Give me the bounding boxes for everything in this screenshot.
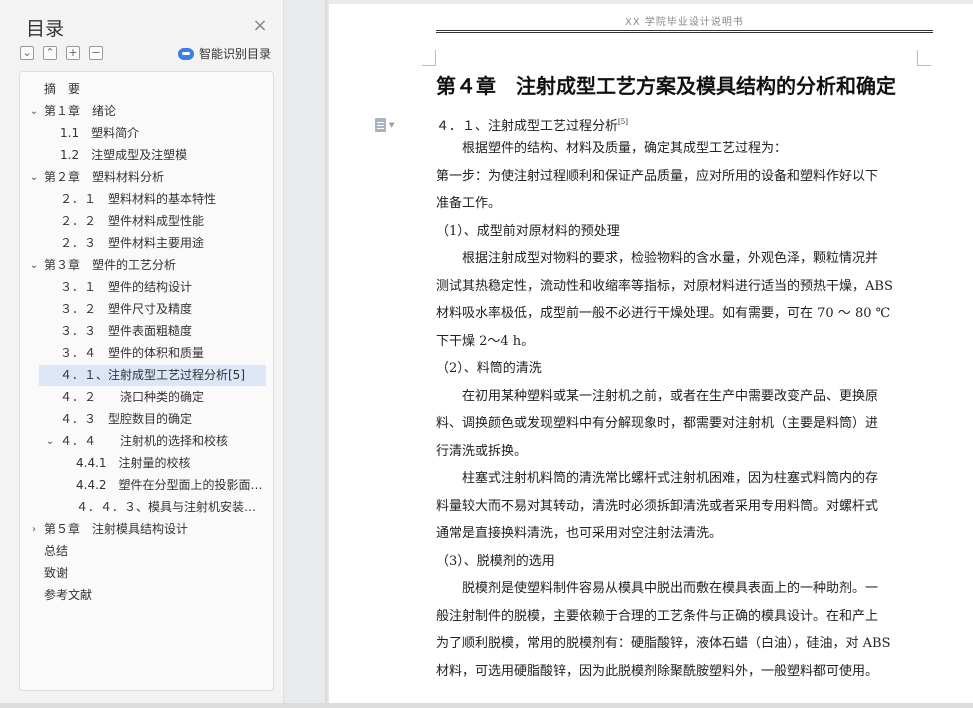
toc-item[interactable]: 总结 bbox=[44, 541, 268, 562]
toc-item[interactable]: 第２章 塑料材料分析 bbox=[44, 167, 268, 188]
toc-item[interactable]: 1.2 注塑成型及注塑模 bbox=[60, 145, 268, 166]
toc-toolbar: ⌄ ⌃ + − bbox=[20, 46, 103, 62]
body-text-line: （3）、脱模剂的选用 bbox=[436, 553, 555, 569]
toc-item[interactable]: ４．４．３、模具与注射机安装模具部分相关... bbox=[76, 497, 268, 518]
toc-list: 摘 要 ⌄ 第１章 绪论 1.1 塑料简介 1.2 注塑成型及注塑模 ⌄ 第２章 塑料材料分… bbox=[19, 71, 274, 691]
body-text-line: 在初用某种塑料或某一注射机之前，或者在生产中需要改变产品、更换原 bbox=[436, 388, 879, 404]
expand-all-icon[interactable]: ⌄ bbox=[20, 46, 34, 60]
toc-item[interactable]: 摘 要 bbox=[44, 79, 268, 100]
body-text-line: 料量较大而不易对其转动，清洗时必须拆卸清洗或者采用专用料筒。对螺杆式 bbox=[436, 498, 879, 514]
body-text-line: 准备工作。 bbox=[436, 196, 502, 211]
remove-heading-icon[interactable]: − bbox=[89, 46, 103, 60]
section-heading: ４．１、注射成型工艺过程分析[5] bbox=[436, 114, 628, 135]
toc-item[interactable]: ４．１、注射成型工艺过程分析[5] bbox=[39, 365, 266, 386]
body-text-line: 为了顺利脱模，常用的脱模剂有：硬脂酸锌，液体石蜡（白油），硅油，对 ABS bbox=[436, 636, 891, 651]
toc-item[interactable]: 4.4.1 注射量的校核 bbox=[76, 453, 268, 474]
smart-toc-label: 智能识别目录 bbox=[199, 47, 272, 61]
toc-item[interactable]: ４．４ 注射机的选择和校核 bbox=[60, 431, 268, 452]
toc-item[interactable]: 1.1 塑料简介 bbox=[60, 123, 268, 144]
body-text-line: 第一步：为使注射过程顺利和保证产品质量，应对所用的设备和塑料作好以下 bbox=[436, 168, 879, 184]
add-heading-icon[interactable]: + bbox=[66, 46, 80, 60]
chapter-title: 第４章 注射成型工艺方案及模具结构的分析和确定 bbox=[436, 74, 896, 98]
toc-item[interactable]: 第５章 注射模具结构设计 bbox=[44, 519, 268, 540]
section-heading-text: ４．１、注射成型工艺过程分析 bbox=[436, 119, 619, 134]
body-text-line: 测试其热稳定性，流动性和收缩率等指标，对原材料进行适当的预热干燥，ABS bbox=[436, 278, 893, 294]
body-text-line: （2）、料筒的清洗 bbox=[436, 361, 542, 376]
body-text-line: 根据塑件的结构、材料及质量，确定其成型工艺过程为： bbox=[436, 141, 788, 156]
toc-item[interactable]: ３．４ 塑件的体积和质量 bbox=[60, 343, 268, 364]
header-rule bbox=[436, 30, 933, 33]
body-text-line: 根据注射成型对物料的要求，检验物料的含水量，外观色泽，颗粒情况并 bbox=[436, 251, 879, 266]
smart-toc-button[interactable]: 智能识别目录 bbox=[178, 45, 271, 62]
body-text-line: 通常是直接换料清洗，也可采用对空注射法清洗。 bbox=[436, 526, 723, 541]
citation-ref[interactable]: [5] bbox=[618, 118, 628, 126]
body-text-line: 材料吸水率极低，成型前一般不必进行干燥处理。如有需要，可在 70 ～ 80 ℃ bbox=[436, 306, 891, 321]
body-text-line: 下干燥 2～4 h。 bbox=[436, 333, 535, 349]
nav-title: 目录 bbox=[26, 18, 65, 40]
chevron-down-icon[interactable]: ⌄ bbox=[45, 431, 55, 452]
chevron-down-icon[interactable]: ⌄ bbox=[29, 167, 39, 188]
toc-item[interactable]: 第３章 塑件的工艺分析 bbox=[44, 255, 268, 276]
chevron-down-icon[interactable]: ⌄ bbox=[29, 101, 39, 122]
toc-item[interactable]: 第１章 绪论 bbox=[44, 101, 268, 122]
toc-item[interactable]: ２．１ 塑料材料的基本特性 bbox=[60, 189, 268, 210]
page-header: XX 学院毕业设计说明书 bbox=[625, 17, 744, 28]
toc-item[interactable]: ４．２ 浇口种类的确定 bbox=[60, 387, 268, 408]
toc-item[interactable]: ２．３ 塑件材料主要用途 bbox=[60, 233, 268, 254]
toc-item[interactable]: ３．２ 塑件尺寸及精度 bbox=[60, 299, 268, 320]
body-text-line: 脱模剂是使塑料制件容易从模具中脱出而敷在模具表面上的一种助剂。一 bbox=[436, 581, 879, 596]
document-page[interactable]: XX 学院毕业设计说明书 第４章 注射成型工艺方案及模具结构的分析和确定 ▼ ４… bbox=[329, 4, 973, 708]
body-text-line: 柱塞式注射机料筒的清洗常比螺杆式注射机困难，因为柱塞式料筒内的存 bbox=[436, 471, 879, 486]
collapse-all-icon[interactable]: ⌃ bbox=[43, 46, 57, 60]
body-text-line: 般注射制件的脱模，主要依赖于合理的工艺条件与正确的模具设计。在和产上 bbox=[436, 608, 879, 624]
crop-mark-right bbox=[917, 50, 931, 66]
horizontal-scrollbar[interactable] bbox=[0, 703, 973, 708]
body-text-line: 料、调换颜色或发现塑料中有分解现象时，都需要对注射机（主要是料筒）进 bbox=[436, 416, 879, 431]
chevron-down-icon[interactable]: ⌄ bbox=[29, 255, 39, 276]
chevron-right-icon[interactable]: › bbox=[29, 519, 39, 540]
close-icon[interactable]: × bbox=[251, 17, 269, 35]
toc-item[interactable]: ４．３ 型腔数目的确定 bbox=[60, 409, 268, 430]
crop-mark-left bbox=[422, 50, 436, 66]
body-text-line: 材料，可选用硬脂酸锌，因为此脱模剂除聚酰胺塑料外，一般塑料都可使用。 bbox=[436, 663, 879, 679]
toc-item[interactable]: ２．２ 塑件材料成型性能 bbox=[60, 211, 268, 232]
cloud-icon bbox=[178, 47, 194, 60]
body-text-line: （1）、成型前对原材料的预处理 bbox=[436, 223, 620, 239]
toc-item[interactable]: 4.4.2 塑件在分型面上的投影面积与锁模力... bbox=[76, 475, 268, 496]
paragraph-menu-icon[interactable]: ▼ bbox=[375, 118, 397, 134]
toc-item[interactable]: ３．３ 塑件表面粗糙度 bbox=[60, 321, 268, 342]
toc-item[interactable]: 致谢 bbox=[44, 563, 268, 584]
body-text-line: 行清洗或拆换。 bbox=[436, 443, 528, 459]
toc-item[interactable]: ３．１ 塑件的结构设计 bbox=[60, 277, 268, 298]
toc-item[interactable]: 参考文献 bbox=[44, 585, 268, 606]
toc-navigation-pane: 目录 × ⌄ ⌃ + − 智能识别目录 摘 要 ⌄ 第１章 绪论 1.1 塑料简介 1.… bbox=[0, 0, 284, 708]
